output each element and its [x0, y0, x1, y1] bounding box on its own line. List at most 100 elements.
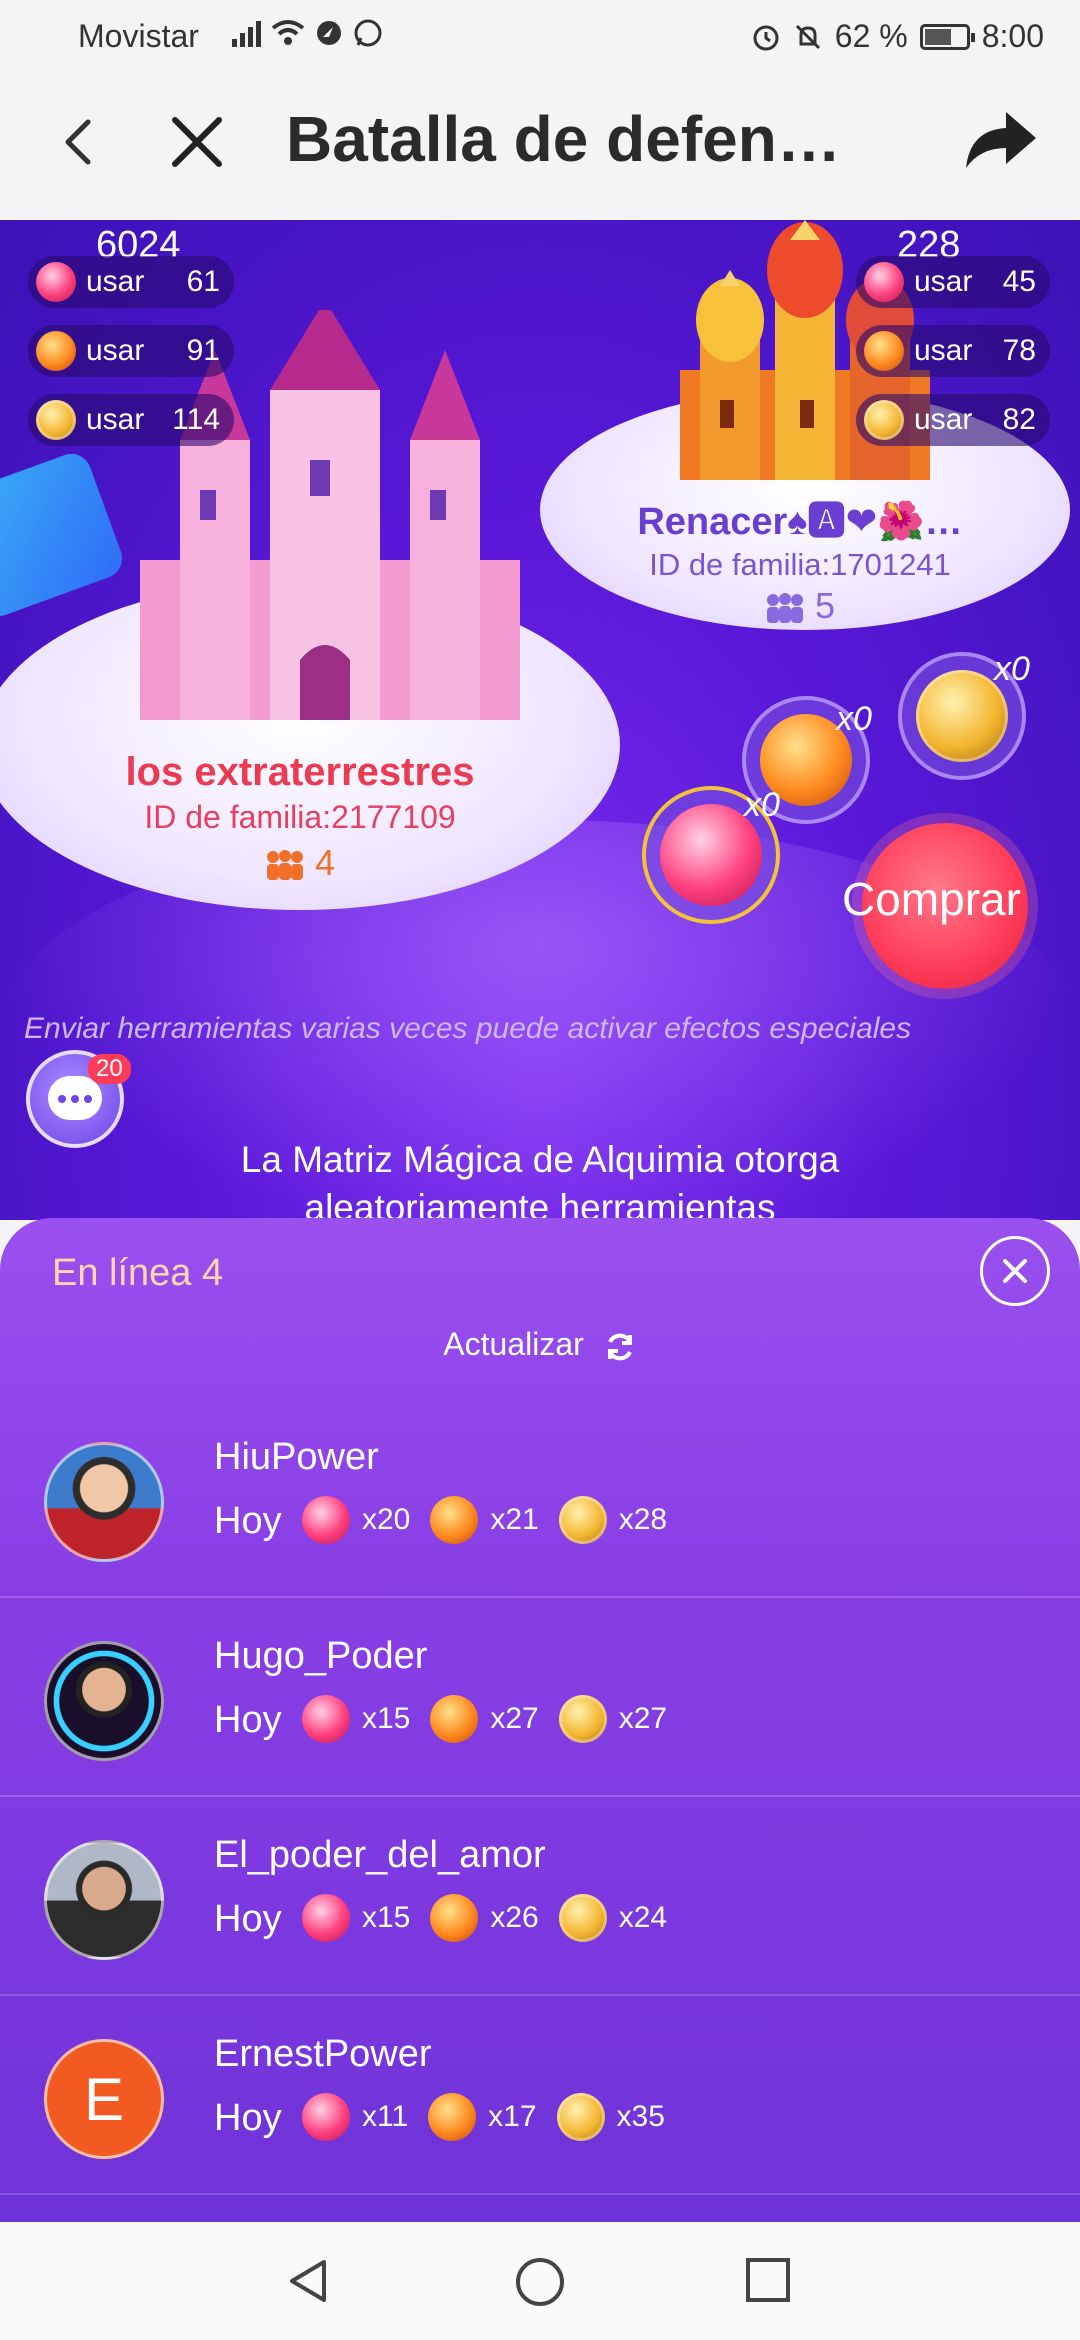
online-count-label: En línea 4 [52, 1252, 224, 1294]
refresh-button[interactable]: Actualizar [0, 1326, 1080, 1364]
nav-back-icon[interactable] [284, 2256, 334, 2306]
ball-icon [558, 1695, 607, 1743]
gem-count: x15 [362, 1702, 411, 1735]
use-value: 78 [1002, 334, 1036, 367]
use-label: usar [914, 265, 973, 298]
clock: 8:00 [981, 18, 1044, 54]
right-use-ball: usar 82 [856, 394, 1050, 446]
user-row[interactable]: El_poder_del_amor Hoy x15 x26 x24 [0, 1798, 1080, 1996]
whatsapp-icon [354, 19, 382, 47]
gem-count: x20 [362, 1503, 411, 1536]
left-family-id: ID de familia:2177109 [144, 799, 456, 835]
app-bar: Batalla de defen… [0, 72, 1080, 220]
close-icon[interactable] [165, 110, 229, 174]
book-icon [864, 331, 904, 371]
user-day: Hoy [214, 1500, 282, 1542]
nav-recents-icon[interactable] [744, 2256, 792, 2304]
tool-ball-count: x0 [994, 650, 1030, 688]
user-row[interactable]: HiuPower Hoy x20 x21 x28 [0, 1400, 1080, 1598]
right-family-id: ID de familia:1701241 [649, 547, 951, 582]
signal-icons [232, 18, 383, 48]
avatar[interactable] [44, 1840, 164, 1960]
use-label: usar [86, 403, 145, 436]
battle-arena: 6024 228 usar 61 usar 91 usar 114 usar 4… [0, 220, 1080, 1220]
right-use-gem: usar 45 [856, 256, 1050, 308]
user-name: ErnestPower [214, 2033, 432, 2075]
ball-icon [558, 1496, 607, 1544]
book-icon [36, 331, 76, 371]
gem-icon [36, 262, 76, 302]
avatar[interactable]: E [44, 2039, 164, 2159]
book-icon [430, 1894, 479, 1942]
ball-icon [556, 2093, 605, 2141]
user-items: x11 x17 x35 [302, 2093, 673, 2141]
user-items: x20 x21 x28 [302, 1496, 675, 1544]
user-day: Hoy [214, 1898, 282, 1940]
wifi-icon [271, 20, 305, 45]
signal-icon [232, 19, 261, 47]
book-icon [430, 1496, 479, 1544]
user-items: x15 x26 x24 [302, 1894, 675, 1942]
user-name: HiuPower [214, 1436, 379, 1478]
left-use-ball: usar 114 [28, 394, 234, 446]
use-label: usar [86, 265, 145, 298]
left-use-gem: usar 61 [28, 256, 234, 308]
carrier-label: Movistar [78, 18, 199, 54]
book-count: x26 [490, 1901, 539, 1934]
chat-icon [48, 1076, 102, 1120]
user-row[interactable]: E ErnestPower Hoy x11 x17 x35 [0, 1997, 1080, 2195]
status-bar: Movistar 62 % 8:00 [0, 0, 1080, 72]
alarm-icon [753, 25, 779, 50]
tool-book-count: x0 [836, 700, 872, 738]
use-label: usar [86, 334, 145, 367]
right-family-name: Renacer♠🅰❤🌺… [637, 501, 963, 543]
user-day: Hoy [214, 1699, 282, 1741]
use-value: 114 [172, 403, 220, 436]
share-icon[interactable] [960, 106, 1040, 176]
ball-count: x28 [618, 1503, 668, 1536]
user-day: Hoy [214, 2097, 282, 2139]
nav-home-icon[interactable] [514, 2256, 566, 2308]
user-items: x15 x27 x27 [302, 1695, 675, 1743]
use-value: 61 [186, 265, 220, 298]
online-users-sheet: En línea 4 Actualizar HiuPower Hoy x20 x… [0, 1218, 1080, 2222]
book-count: x21 [490, 1503, 539, 1536]
back-arrow-icon[interactable] [50, 112, 110, 172]
gem-icon [302, 2093, 350, 2141]
effects-hint: Enviar herramientas varias veces puede a… [24, 1012, 912, 1045]
avatar[interactable] [44, 1641, 164, 1761]
ball-icon [864, 400, 904, 440]
battery-icon [919, 23, 975, 50]
book-icon [430, 1695, 479, 1743]
avatar[interactable] [44, 1442, 164, 1562]
tool-gem-count: x0 [744, 786, 780, 824]
book-count: x27 [490, 1702, 539, 1735]
gem-icon [302, 1496, 350, 1544]
ball-icon [36, 400, 76, 440]
user-row[interactable]: Hugo_Poder Hoy x15 x27 x27 [0, 1599, 1080, 1797]
left-use-book: usar 91 [28, 325, 234, 377]
decor-ribbon [0, 448, 128, 622]
use-value: 82 [1002, 403, 1036, 436]
sheet-close-button[interactable] [980, 1236, 1050, 1306]
mute-bell-icon [795, 24, 820, 49]
members-icon [766, 593, 803, 624]
chat-unread-badge: 20 [88, 1054, 131, 1084]
refresh-icon [607, 1333, 632, 1360]
gem-icon [864, 262, 904, 302]
system-nav-bar [0, 2222, 1080, 2340]
refresh-label: Actualizar [443, 1326, 584, 1362]
right-family-info[interactable]: Renacer♠🅰❤🌺… ID de familia:1701241 5 [600, 490, 1000, 627]
book-count: x17 [488, 2100, 537, 2133]
left-family-info[interactable]: los extraterrestres ID de familia:217710… [60, 750, 540, 884]
members-icon [266, 850, 303, 881]
use-value: 91 [186, 334, 220, 367]
book-icon [428, 2093, 477, 2141]
close-icon [1003, 1259, 1027, 1283]
user-name: Hugo_Poder [214, 1635, 428, 1677]
gem-count: x15 [362, 1901, 411, 1934]
page-title: Batalla de defen… [286, 103, 841, 175]
buy-button-label[interactable]: Comprar [842, 872, 1021, 926]
battery-percent: 62 % [834, 18, 908, 54]
use-label: usar [914, 403, 973, 436]
